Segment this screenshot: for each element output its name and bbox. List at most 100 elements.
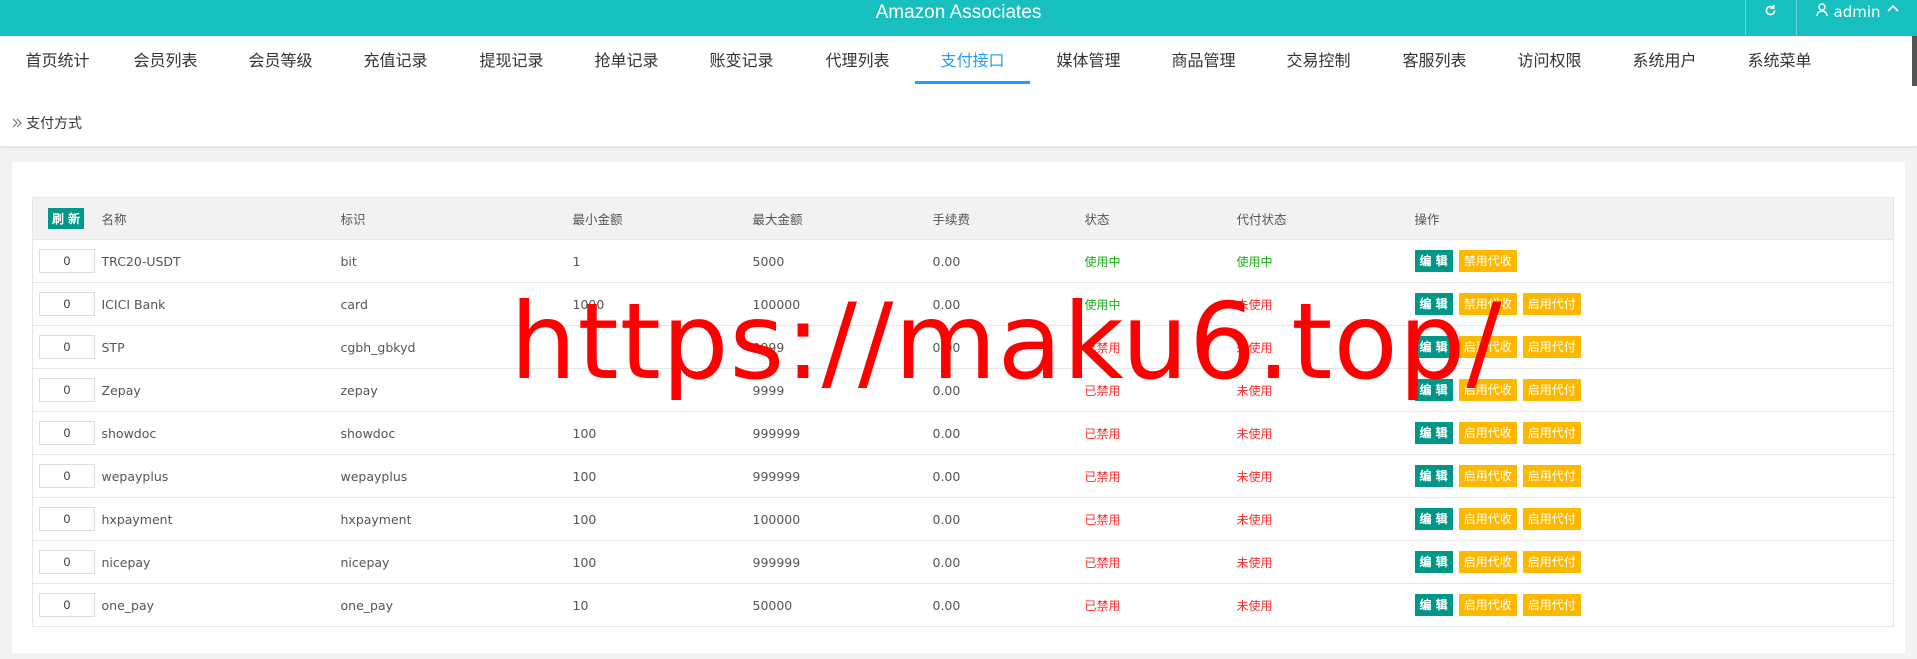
status-badge: 使用中 (1084, 297, 1121, 312)
table-row: TRC20-USDTbit150000.00使用中使用中编 辑禁用代收 (32, 239, 1894, 283)
payout-status-badge: 未使用 (1236, 340, 1273, 355)
breadcrumb-bar: 支付方式 (0, 86, 1917, 147)
name-cell: STP (101, 325, 341, 369)
sort-input[interactable] (39, 335, 95, 359)
status-badge: 已禁用 (1084, 340, 1121, 355)
min-cell: 1000 (572, 282, 753, 326)
table-refresh-button[interactable]: 刷 新 (48, 208, 85, 229)
payout-status-cell: 未使用 (1236, 454, 1415, 498)
edit-button[interactable]: 编 辑 (1414, 250, 1453, 272)
fee-cell: 0.00 (932, 239, 1085, 283)
tab-13[interactable]: 访问权限 (1492, 36, 1607, 86)
table-row: STPcgbh_gbkyd 99990.00已禁用 未使用 编 辑启用代收启用代付 (32, 325, 1894, 369)
edit-button[interactable]: 编 辑 (1414, 336, 1453, 358)
toggle-collection-button[interactable]: 启用代收 (1458, 379, 1517, 401)
min-cell: 1 (572, 239, 753, 283)
tab-14[interactable]: 系统用户 (1607, 36, 1722, 86)
table-row: wepaypluswepayplus1009999990.00已禁用未使用编 辑… (32, 454, 1894, 498)
toggle-payout-button[interactable]: 启用代付 (1522, 465, 1581, 487)
fee-cell: 0.00 (932, 411, 1085, 455)
tab-1[interactable]: 会员列表 (108, 36, 223, 86)
edit-button[interactable]: 编 辑 (1414, 508, 1453, 530)
sort-input[interactable] (39, 378, 95, 402)
status-cell: 已禁用 (1084, 497, 1237, 541)
fee-cell: 0.00 (932, 325, 1085, 369)
tab-11[interactable]: 交易控制 (1261, 36, 1376, 86)
scrollbar[interactable] (1912, 36, 1917, 86)
payout-status-badge: 未使用 (1236, 512, 1273, 527)
tab-7[interactable]: 代理列表 (800, 36, 915, 86)
status-cell: 已禁用 (1084, 583, 1237, 627)
tab-12[interactable]: 客服列表 (1377, 36, 1492, 86)
tab-4[interactable]: 提现记录 (454, 36, 569, 86)
code-cell: bit (340, 239, 573, 283)
payout-status-badge: 未使用 (1236, 598, 1273, 613)
edit-button[interactable]: 编 辑 (1414, 422, 1453, 444)
sort-input[interactable] (39, 593, 95, 617)
sort-cell (32, 325, 102, 369)
sort-cell (32, 239, 102, 283)
toggle-payout-button[interactable]: 启用代付 (1522, 594, 1581, 616)
toggle-collection-button[interactable]: 禁用代收 (1458, 250, 1517, 272)
status-cell: 已禁用 (1084, 325, 1237, 369)
toggle-collection-button[interactable]: 启用代收 (1458, 422, 1517, 444)
payout-status-cell: 未使用 (1236, 411, 1415, 455)
toggle-collection-button[interactable]: 启用代收 (1458, 508, 1517, 530)
edit-button[interactable]: 编 辑 (1414, 594, 1453, 616)
column-header: 状态 (1084, 197, 1237, 240)
actions-cell: 编 辑启用代收 启用代付 (1414, 583, 1894, 627)
tab-9[interactable]: 媒体管理 (1031, 36, 1146, 86)
toggle-payout-button[interactable]: 启用代付 (1522, 336, 1581, 358)
toggle-collection-button[interactable]: 启用代收 (1458, 465, 1517, 487)
toggle-collection-button[interactable]: 禁用代收 (1458, 293, 1517, 315)
payout-status-cell: 使用中 (1236, 239, 1415, 283)
code-cell: nicepay (340, 540, 573, 584)
edit-button[interactable]: 编 辑 (1414, 293, 1453, 315)
sort-input[interactable] (39, 550, 95, 574)
tab-3[interactable]: 充值记录 (338, 36, 453, 86)
actions-cell: 编 辑启用代收 启用代付 (1414, 454, 1894, 498)
min-cell: 10 (572, 583, 753, 627)
edit-button[interactable]: 编 辑 (1414, 379, 1453, 401)
column-header: 代付状态 (1236, 197, 1415, 240)
tab-8[interactable]: 支付接口 (915, 36, 1030, 86)
breadcrumb: 支付方式 (12, 113, 82, 133)
user-menu[interactable]: admin (1796, 0, 1917, 36)
status-cell: 已禁用 (1084, 368, 1237, 412)
toggle-collection-button[interactable]: 启用代收 (1458, 594, 1517, 616)
table-row: hxpaymenthxpayment1001000000.00已禁用未使用编 辑… (32, 497, 1894, 541)
actions-cell: 编 辑启用代收 启用代付 (1414, 411, 1894, 455)
user-icon (1815, 3, 1828, 17)
toggle-collection-button[interactable]: 启用代收 (1458, 551, 1517, 573)
tab-0[interactable]: 首页统计 (0, 36, 115, 86)
toggle-payout-button[interactable]: 启用代付 (1522, 422, 1581, 444)
toggle-collection-button[interactable]: 启用代收 (1458, 336, 1517, 358)
toggle-payout-button[interactable]: 启用代付 (1522, 293, 1581, 315)
toggle-payout-button[interactable]: 启用代付 (1522, 551, 1581, 573)
tab-15[interactable]: 系统菜单 (1722, 36, 1837, 86)
tab-2[interactable]: 会员等级 (223, 36, 338, 86)
payout-status-badge: 未使用 (1236, 426, 1273, 441)
sort-input[interactable] (39, 421, 95, 445)
min-cell: 100 (572, 454, 753, 498)
edit-button[interactable]: 编 辑 (1414, 551, 1453, 573)
sort-input[interactable] (39, 292, 95, 316)
sort-input[interactable] (39, 507, 95, 531)
code-cell: card (340, 282, 573, 326)
sort-input[interactable] (39, 464, 95, 488)
sort-cell (32, 583, 102, 627)
edit-button[interactable]: 编 辑 (1414, 465, 1453, 487)
sort-input[interactable] (39, 249, 95, 273)
status-badge: 使用中 (1084, 254, 1121, 269)
payout-status-badge: 使用中 (1236, 254, 1273, 269)
column-header: 最小金额 (572, 197, 753, 240)
tab-5[interactable]: 抢单记录 (569, 36, 684, 86)
content-card: 刷 新 名称标识最小金额最大金额手续费状态代付状态操作 TRC20-USDTbi… (12, 162, 1905, 653)
refresh-button[interactable] (1745, 0, 1795, 36)
toggle-payout-button[interactable]: 启用代付 (1522, 508, 1581, 530)
toggle-payout-button[interactable]: 启用代付 (1522, 379, 1581, 401)
tab-6[interactable]: 账变记录 (684, 36, 799, 86)
tab-10[interactable]: 商品管理 (1146, 36, 1261, 86)
max-cell: 999999 (752, 540, 933, 584)
payout-status-cell: 未使用 (1236, 497, 1415, 541)
